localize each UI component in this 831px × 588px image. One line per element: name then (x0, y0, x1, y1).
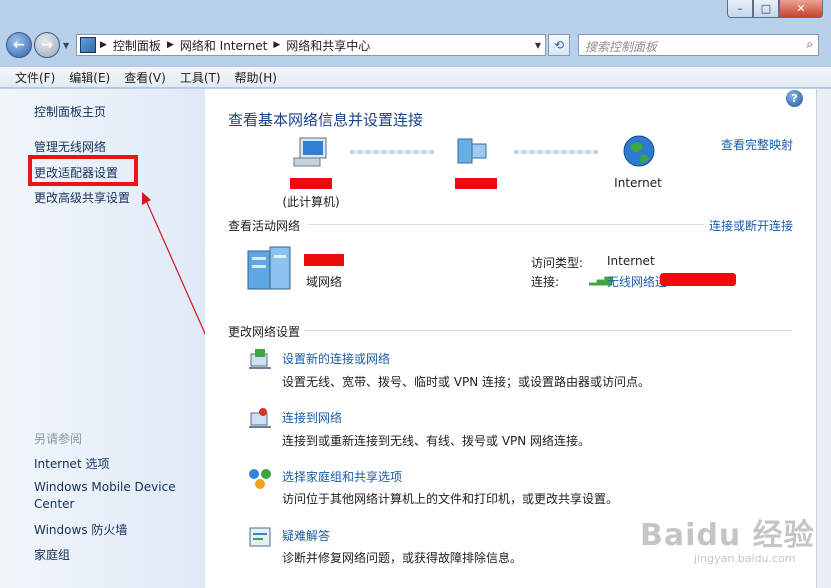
redacted-computer-name (290, 178, 332, 189)
minimize-button[interactable]: – (727, 0, 753, 18)
chevron-right-icon[interactable]: ▶ (167, 40, 174, 50)
see-also-windows-mobile-device-center[interactable]: Windows Mobile Device Center (34, 479, 194, 513)
caption-buttons: – □ ✕ (727, 0, 823, 18)
internet-globe-icon[interactable] (622, 134, 656, 168)
access-type-label: 访问类型: (531, 256, 584, 270)
change-settings-heading: 更改网络设置 (228, 325, 301, 339)
back-arrow-icon: ← (13, 37, 25, 53)
refresh-button[interactable]: ⟲ (548, 34, 570, 56)
see-also-windows-firewall[interactable]: Windows 防火墙 (34, 521, 127, 538)
wireless-connection-link[interactable]: 无线网络连 (607, 273, 667, 290)
highlight-box (28, 155, 138, 186)
task-desc: 连接到或重新连接到无线、有线、拨号或 VPN 网络连接。 (282, 434, 591, 448)
redacted-connection-name (660, 273, 736, 286)
task-connect-to-network[interactable]: 连接到网络 (282, 409, 342, 426)
task-desc: 访问位于其他网络计算机上的文件和打印机，或更改共享设置。 (282, 492, 619, 506)
address-bar[interactable]: ▶ 控制面板 ▶ 网络和 Internet ▶ 网络和共享中心 ▼ (76, 34, 546, 56)
refresh-icon: ⟲ (553, 38, 565, 52)
recent-pages-dropdown-icon[interactable]: ▼ (63, 41, 69, 50)
map-connection-line (514, 150, 598, 154)
task-desc: 诊断并修复网络问题，或获得故障排除信息。 (282, 551, 523, 565)
watermark-url: jingyan.baidu.com (694, 552, 796, 565)
redacted-network-name (455, 178, 497, 189)
network-icon[interactable] (456, 136, 490, 166)
nav-buttons: ← → ▼ (6, 32, 69, 58)
redacted-network-name (304, 254, 344, 266)
connect-to-network-icon[interactable] (247, 407, 273, 431)
homegroup-icon[interactable] (247, 466, 273, 490)
this-computer-label: (此计算机) (282, 195, 340, 209)
maximize-button[interactable]: □ (753, 0, 779, 18)
menu-edit[interactable]: 编辑(E) (62, 69, 117, 86)
search-input[interactable]: 搜索控制面板 ⌕ (578, 34, 819, 56)
forward-button[interactable]: → (34, 32, 60, 58)
chevron-right-icon[interactable]: ▶ (273, 40, 280, 50)
chevron-right-icon[interactable]: ▶ (100, 40, 107, 50)
active-networks-heading: 查看活动网络 (228, 219, 301, 233)
map-connection-line (350, 150, 434, 154)
search-icon[interactable]: ⌕ (806, 37, 813, 52)
access-type-value: Internet (607, 254, 655, 268)
menu-tools[interactable]: 工具(T) (173, 69, 228, 86)
sidebar-item-control-panel-home[interactable]: 控制面板主页 (34, 103, 106, 120)
sidebar-item-manage-wireless[interactable]: 管理无线网络 (34, 138, 106, 155)
close-button[interactable]: ✕ (779, 0, 823, 18)
task-setup-new-connection[interactable]: 设置新的连接或网络 (282, 350, 390, 367)
network-sharing-center-window: – □ ✕ ← → ▼ ▶ 控制面板 ▶ 网络和 Internet ▶ 网络和共… (0, 0, 831, 588)
menu-bar: 文件(F) 编辑(E) 查看(V) 工具(T) 帮助(H) (0, 66, 831, 88)
task-desc: 设置无线、宽带、拨号、临时或 VPN 连接；或设置路由器或访问点。 (282, 375, 651, 389)
sidebar: 控制面板主页 管理无线网络 更改适配器设置 更改高级共享设置 另请参阅 Inte… (0, 89, 205, 588)
breadcrumb-network-sharing-center[interactable]: 网络和共享中心 (280, 37, 376, 54)
see-also-internet-options[interactable]: Internet 选项 (34, 455, 109, 472)
chevron-down-icon[interactable]: ▼ (535, 41, 541, 50)
internet-label: Internet (614, 176, 662, 190)
menu-view[interactable]: 查看(V) (117, 69, 173, 86)
troubleshoot-icon[interactable] (247, 525, 273, 549)
breadcrumb-control-panel[interactable]: 控制面板 (107, 37, 167, 54)
breadcrumb-network-internet[interactable]: 网络和 Internet (174, 37, 273, 54)
watermark-brand: Baidu 经验 (640, 518, 815, 553)
connect-disconnect-link[interactable]: 连接或断开连接 (709, 217, 793, 234)
connection-label: 连接: (531, 275, 560, 289)
back-button[interactable]: ← (6, 32, 32, 58)
search-placeholder: 搜索控制面板 (585, 40, 658, 54)
new-connection-icon[interactable] (247, 348, 273, 372)
task-troubleshoot[interactable]: 疑难解答 (282, 527, 330, 544)
menu-file[interactable]: 文件(F) (8, 69, 62, 86)
view-full-map-link[interactable]: 查看完整映射 (721, 136, 793, 153)
domain-network-icon[interactable] (246, 245, 298, 291)
vertical-scrollbar[interactable] (816, 89, 831, 588)
sidebar-item-advanced-sharing[interactable]: 更改高级共享设置 (34, 189, 130, 206)
task-homegroup-sharing-options[interactable]: 选择家庭组和共享选项 (282, 468, 402, 485)
computer-icon[interactable] (292, 136, 332, 170)
network-type-label: 域网络 (306, 275, 343, 289)
control-panel-icon (80, 37, 96, 53)
menu-help[interactable]: 帮助(H) (228, 69, 284, 86)
forward-arrow-icon: → (41, 37, 53, 53)
help-icon[interactable]: ? (786, 90, 803, 107)
see-also-heading: 另请参阅 (34, 432, 83, 446)
divider (304, 330, 792, 331)
divider (308, 224, 704, 225)
see-also-homegroup[interactable]: 家庭组 (34, 546, 70, 563)
page-title: 查看基本网络信息并设置连接 (228, 111, 424, 129)
